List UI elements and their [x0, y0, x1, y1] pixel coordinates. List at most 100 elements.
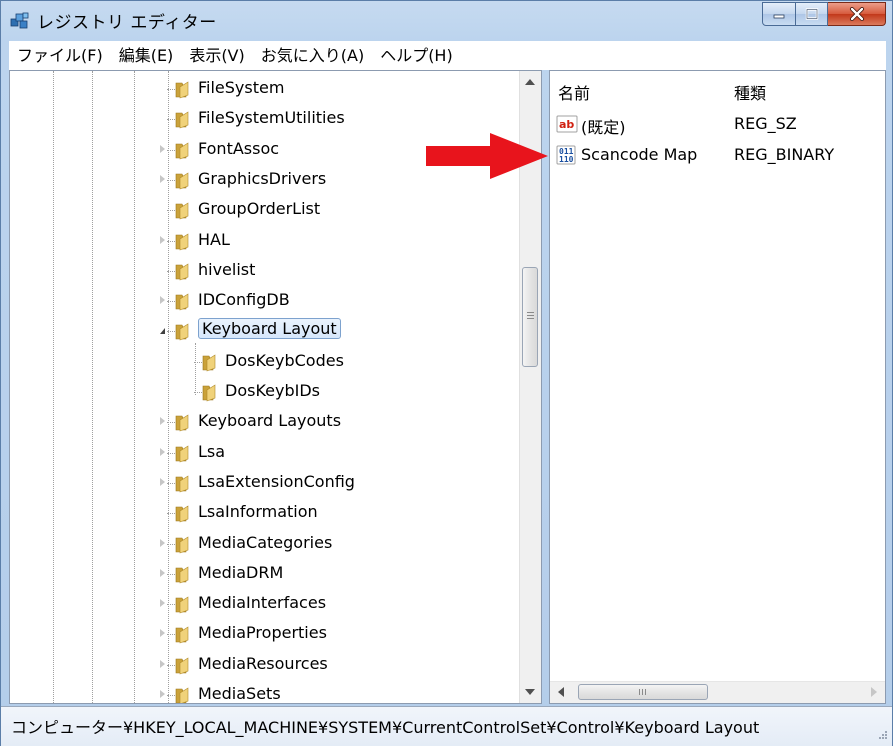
- minimize-button[interactable]: [762, 2, 796, 26]
- grip-line: [527, 312, 534, 313]
- value-type: REG_SZ: [734, 114, 797, 133]
- collapsed-triangle-icon[interactable]: [160, 447, 165, 456]
- value-row-default[interactable]: ab (既定) REG_SZ: [550, 109, 885, 139]
- folder-icon: [175, 445, 189, 463]
- folder-icon: [175, 535, 189, 553]
- tree-item[interactable]: IDConfigDB: [10, 287, 515, 315]
- resize-grip-icon[interactable]: [876, 730, 888, 742]
- tree-guide-line: [195, 343, 196, 395]
- menu-favorites[interactable]: お気に入り(A): [253, 41, 372, 70]
- minimize-icon: [773, 14, 785, 19]
- tree-item-label: LsaInformation: [198, 502, 318, 522]
- close-icon: [849, 7, 864, 21]
- tree-item[interactable]: MediaDRM: [10, 560, 515, 588]
- menu-file[interactable]: ファイル(F): [9, 41, 111, 70]
- tree-item[interactable]: FileSystem: [10, 75, 515, 103]
- binary-value-icon: 011 110: [556, 145, 576, 165]
- tree-item-label: DosKeybCodes: [225, 350, 344, 370]
- grip-line: [527, 315, 534, 316]
- tree-item-label: GroupOrderList: [198, 199, 321, 219]
- collapsed-triangle-icon[interactable]: [160, 144, 165, 153]
- tree-item[interactable]: DosKeybIDs: [10, 378, 515, 406]
- tree-item[interactable]: MediaSets: [10, 681, 515, 703]
- collapsed-triangle-icon[interactable]: [160, 477, 165, 486]
- tree-item-label: GraphicsDrivers: [198, 168, 327, 188]
- collapsed-triangle-icon[interactable]: [160, 174, 165, 183]
- tree-item[interactable]: LsaExtensionConfig: [10, 469, 515, 497]
- menu-view[interactable]: 表示(V): [181, 41, 252, 70]
- tree-item[interactable]: MediaResources: [10, 651, 515, 679]
- tree-item[interactable]: MediaProperties: [10, 620, 515, 648]
- scroll-down-arrow-icon[interactable]: [525, 689, 535, 695]
- collapsed-triangle-icon[interactable]: [160, 417, 165, 426]
- tree-item[interactable]: MediaInterfaces: [10, 590, 515, 618]
- folder-icon: [175, 202, 189, 220]
- list-scroll-thumb[interactable]: [578, 684, 708, 700]
- folder-icon: [175, 626, 189, 644]
- tree-item[interactable]: Keyboard Layout: [10, 317, 515, 345]
- value-name: (既定): [581, 118, 626, 137]
- collapsed-triangle-icon[interactable]: [160, 629, 165, 638]
- values-list-pane[interactable]: 名前 種類 ab (既定) REG_SZ 011 110 Scancode Ma…: [549, 70, 886, 704]
- collapsed-triangle-icon[interactable]: [160, 690, 165, 698]
- tree-item-label: FileSystem: [198, 78, 285, 97]
- collapsed-triangle-icon[interactable]: [160, 235, 165, 244]
- folder-icon: [175, 81, 189, 99]
- value-row-scancode-map[interactable]: 011 110 Scancode Map REG_BINARY: [550, 140, 885, 170]
- tree-item-label: DosKeybIDs: [225, 381, 320, 400]
- folder-icon: [175, 657, 189, 675]
- tree-item[interactable]: DosKeybCodes: [10, 348, 515, 376]
- status-bar: コンピューター¥HKEY_LOCAL_MACHINE¥SYSTEM¥Curren…: [1, 706, 892, 746]
- caption-buttons: [762, 2, 886, 28]
- tree-item-label: Lsa: [198, 441, 226, 461]
- scroll-right-arrow-icon[interactable]: [871, 687, 877, 697]
- folder-icon: [175, 414, 189, 432]
- registry-editor-window: レジストリ エディター ファイル(F) 編集(E) 表示(V) お気に入り(A)…: [0, 0, 893, 746]
- maximize-button[interactable]: [796, 2, 828, 26]
- folder-icon: [202, 354, 216, 372]
- tree-item-label: MediaProperties: [198, 623, 327, 643]
- folder-icon: [175, 475, 189, 493]
- tree-item[interactable]: Keyboard Layouts: [10, 408, 515, 436]
- menu-edit[interactable]: 編集(E): [111, 41, 182, 70]
- maximize-icon: [805, 8, 818, 20]
- tree-item-label: Keyboard Layouts: [198, 411, 342, 431]
- collapsed-triangle-icon[interactable]: [160, 599, 165, 608]
- collapsed-triangle-icon[interactable]: [160, 296, 165, 305]
- close-button[interactable]: [828, 2, 886, 26]
- value-name: Scancode Map: [581, 145, 698, 164]
- folder-icon: [202, 384, 216, 402]
- folder-icon: [175, 566, 189, 584]
- current-key-path: コンピューター¥HKEY_LOCAL_MACHINE¥SYSTEM¥Curren…: [11, 718, 760, 737]
- tree-item-label: FontAssoc: [198, 138, 280, 158]
- menu-help[interactable]: ヘルプ(H): [372, 41, 461, 70]
- collapsed-triangle-icon[interactable]: [160, 568, 165, 577]
- title-bar[interactable]: レジストリ エディター: [1, 1, 892, 41]
- collapsed-triangle-icon[interactable]: [160, 538, 165, 547]
- tree-scroll-thumb[interactable]: [522, 267, 538, 367]
- list-header: 名前 種類: [550, 71, 885, 107]
- tree-item-label: MediaCategories: [198, 532, 333, 552]
- menu-bar: ファイル(F) 編集(E) 表示(V) お気に入り(A) ヘルプ(H): [9, 41, 886, 70]
- tree-item[interactable]: LsaInformation: [10, 499, 515, 527]
- expanded-triangle-icon[interactable]: [160, 328, 165, 335]
- column-header-name[interactable]: 名前: [558, 80, 590, 104]
- scroll-up-arrow-icon[interactable]: [525, 79, 535, 85]
- window-title: レジストリ エディター: [37, 13, 217, 33]
- tree-item[interactable]: HAL: [10, 227, 515, 255]
- tree-item-label: HAL: [198, 229, 230, 249]
- tree-item-label: MediaSets: [198, 684, 281, 703]
- tree-item[interactable]: Lsa: [10, 439, 515, 467]
- tree-item[interactable]: FileSystemUtilities: [10, 105, 515, 133]
- tree-item[interactable]: MediaCategories: [10, 530, 515, 558]
- folder-icon: [175, 596, 189, 614]
- scroll-left-arrow-icon[interactable]: [558, 687, 564, 697]
- tree-item-label: MediaDRM: [198, 562, 284, 582]
- collapsed-triangle-icon[interactable]: [160, 659, 165, 668]
- tree-item[interactable]: hivelist: [10, 257, 515, 285]
- column-header-type[interactable]: 種類: [734, 80, 766, 104]
- folder-icon: [175, 293, 189, 311]
- list-horizontal-scrollbar[interactable]: [550, 681, 885, 703]
- tree-item-label: MediaResources: [198, 653, 328, 673]
- tree-item[interactable]: GroupOrderList: [10, 196, 515, 224]
